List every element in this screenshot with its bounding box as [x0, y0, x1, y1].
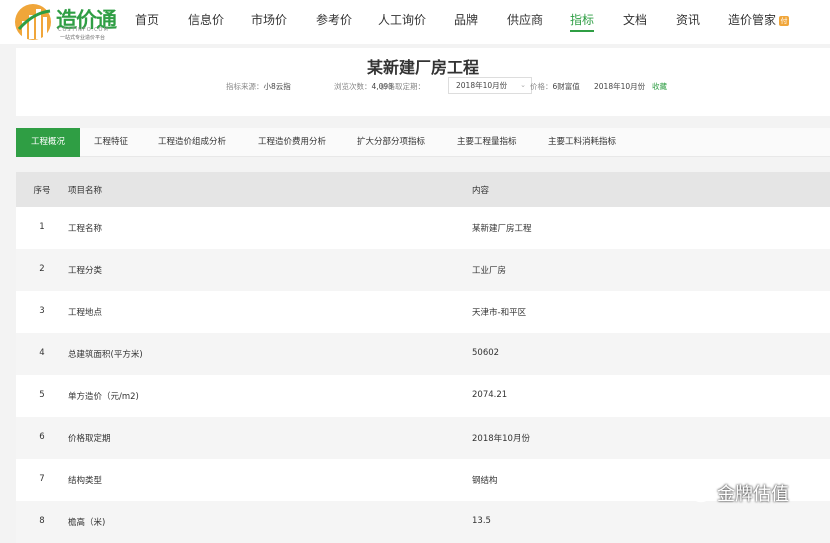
- table-row: 6 价格取定期 2018年10月份: [16, 417, 830, 459]
- price-date-value: 2018年10月份: [594, 82, 646, 91]
- collect-link[interactable]: 收藏: [652, 80, 667, 94]
- paid-badge: 付: [779, 16, 790, 26]
- row-content: 钢结构: [472, 476, 498, 486]
- tab-subdivision-indicators[interactable]: 扩大分部分项指标: [357, 128, 425, 157]
- row-item-name: 工程分类: [68, 266, 103, 276]
- project-header-card: 某新建厂房工程 指标来源：小8云指 浏览次数：4,093 价格取定期： 2018…: [16, 48, 830, 116]
- header-item-name: 项目名称: [68, 186, 103, 196]
- table-row: 5 单方造价（元/m2) 2074.21: [16, 375, 830, 417]
- row-item-name: 结构类型: [68, 476, 103, 486]
- logo-building-icon: [15, 4, 51, 40]
- nav-item-reference-price[interactable]: 参考价: [316, 11, 352, 28]
- page-title: 某新建厂房工程: [366, 58, 479, 77]
- table-row: 4 总建筑面积(平方米) 50602: [16, 333, 830, 375]
- row-content: 某新建厂房工程: [472, 224, 532, 234]
- price-label: 价格：: [530, 82, 553, 91]
- row-index: 2: [39, 264, 45, 274]
- nav-item-supplier[interactable]: 供应商: [507, 11, 543, 28]
- indicator-tabs: 工程概况 工程特征 工程造价组成分析 工程造价费用分析 扩大分部分项指标 主要工…: [16, 128, 830, 157]
- price-date-select-value: 2018年10月份: [456, 81, 508, 90]
- row-item-name: 价格取定期: [68, 434, 111, 444]
- nav-item-documents[interactable]: 文档: [623, 11, 647, 28]
- table-row: 1 工程名称 某新建厂房工程: [16, 207, 830, 249]
- row-item-name: 工程名称: [68, 224, 103, 234]
- row-index: 4: [39, 348, 45, 358]
- tab-material-indicators[interactable]: 主要工料消耗指标: [548, 128, 616, 157]
- site-logo[interactable]: 造价通 COSTINFO.COM 一站式专业造价平台: [14, 3, 126, 41]
- table-row: 8 檐高（米) 13.5: [16, 501, 830, 543]
- nav-item-indicator[interactable]: 指标: [570, 11, 594, 28]
- row-content: 2018年10月份: [472, 434, 530, 444]
- row-item-name: 总建筑面积(平方米): [68, 350, 143, 360]
- nav-item-news[interactable]: 资讯: [676, 11, 700, 28]
- tab-cost-expense[interactable]: 工程造价费用分析: [258, 128, 326, 157]
- row-item-name: 檐高（米): [68, 518, 106, 528]
- nav-item-brand[interactable]: 品牌: [454, 11, 478, 28]
- header-content: 内容: [472, 186, 490, 196]
- row-content: 天津市-和平区: [472, 308, 527, 318]
- row-content: 13.5: [472, 516, 491, 526]
- table-row: 2 工程分类 工业厂房: [16, 249, 830, 291]
- views-label: 浏览次数：: [334, 82, 372, 91]
- nav-item-cost-manager[interactable]: 造价管家付: [728, 11, 790, 28]
- logo-domain: COSTINFO.COM: [58, 27, 109, 33]
- row-index: 5: [39, 390, 45, 400]
- row-index: 1: [39, 222, 45, 232]
- row-content: 工业厂房: [472, 266, 507, 276]
- logo-slogan: 一站式专业造价平台: [60, 35, 106, 41]
- watermark-text: 金牌估值: [717, 484, 789, 505]
- row-index: 8: [39, 516, 45, 526]
- table-row: 3 工程地点 天津市-和平区: [16, 291, 830, 333]
- price-date: 2018年10月份: [594, 80, 645, 94]
- nav-item-labor-inquiry[interactable]: 人工询价: [378, 11, 426, 28]
- price-info: 价格：6财富值: [530, 80, 580, 94]
- tab-project-overview[interactable]: 工程概况: [16, 128, 80, 157]
- row-item-name: 单方造价（元/m2): [68, 392, 139, 402]
- wechat-icon: [684, 483, 710, 503]
- row-content: 50602: [472, 348, 500, 358]
- row-index: 7: [39, 474, 45, 484]
- tab-quantity-indicators[interactable]: 主要工程量指标: [457, 128, 517, 157]
- nav-item-cost-manager-label: 造价管家: [728, 13, 777, 27]
- row-content: 2074.21: [472, 390, 508, 400]
- nav-item-info-price[interactable]: 信息价: [188, 11, 224, 28]
- header-index: 序号: [33, 186, 51, 196]
- price-date-label: 价格取定期：: [380, 82, 425, 91]
- source-value: 小8云指: [263, 82, 291, 91]
- chevron-down-icon: ⌄: [520, 81, 526, 89]
- row-index: 3: [39, 306, 45, 316]
- indicator-source: 指标来源：小8云指: [226, 80, 291, 94]
- table-header: 序号 项目名称 内容: [16, 172, 830, 207]
- tab-project-features[interactable]: 工程特征: [94, 128, 128, 157]
- source-label: 指标来源：: [226, 82, 264, 91]
- nav-item-market-price[interactable]: 市场价: [251, 11, 287, 28]
- price-value: 6财富值: [552, 82, 580, 91]
- price-date-select[interactable]: 2018年10月份 ⌄: [448, 77, 532, 94]
- nav-active-underline: [570, 30, 594, 32]
- tab-cost-composition[interactable]: 工程造价组成分析: [158, 128, 226, 157]
- row-item-name: 工程地点: [68, 308, 103, 318]
- row-index: 6: [39, 432, 45, 442]
- nav-item-home[interactable]: 首页: [135, 11, 159, 28]
- top-navigation-bar: 造价通 COSTINFO.COM 一站式专业造价平台 首页 信息价 市场价 参考…: [0, 0, 830, 44]
